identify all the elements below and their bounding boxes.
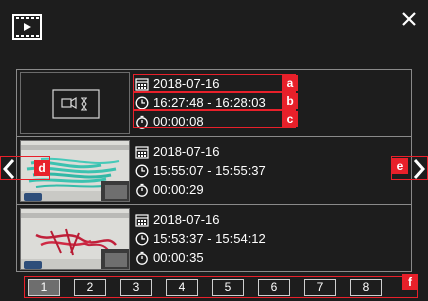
video-playback-dialog: 2018-07-16 16:27:48 - 16:28:03 00:00:08 <box>0 0 428 301</box>
recording-date: 2018-07-16 <box>153 144 220 159</box>
callout-f-label: f <box>402 274 418 290</box>
callout-b-label: b <box>282 93 298 109</box>
time-line: 15:53:37 - 15:54:12 <box>135 229 412 248</box>
callout-c-label: c <box>282 111 298 127</box>
calendar-icon <box>135 145 149 159</box>
calendar-icon <box>135 213 149 227</box>
film-icon <box>12 14 42 40</box>
recording-thumbnail[interactable] <box>20 72 130 134</box>
no-preview-placeholder <box>52 89 100 119</box>
callout-c-box <box>133 110 296 128</box>
callout-a-label: a <box>282 75 298 91</box>
video-frame <box>21 209 129 269</box>
recording-time-range: 15:53:37 - 15:54:12 <box>153 231 266 246</box>
callout-a-box <box>133 74 296 92</box>
row-divider <box>16 204 412 205</box>
recording-date: 2018-07-16 <box>153 212 220 227</box>
recording-info: 2018-07-16 15:53:37 - 15:54:12 00:00:35 <box>135 210 412 267</box>
callout-d-label: d <box>34 160 50 176</box>
recording-time-range: 15:55:07 - 15:55:37 <box>153 163 266 178</box>
close-icon <box>402 12 416 26</box>
callout-f-box <box>24 276 418 298</box>
recording-row[interactable]: 2018-07-16 15:53:37 - 15:54:12 00:00:35 <box>20 208 412 270</box>
recording-info: 2018-07-16 15:55:07 - 15:55:37 00:00:29 <box>135 142 412 199</box>
row-divider <box>16 136 412 137</box>
clock-icon <box>135 164 149 177</box>
clock-icon <box>135 232 149 245</box>
duration-line: 00:00:35 <box>135 248 412 267</box>
date-line: 2018-07-16 <box>135 142 412 161</box>
stopwatch-icon <box>136 183 148 197</box>
time-line: 15:55:07 - 15:55:37 <box>135 161 412 180</box>
callout-b-box <box>133 92 296 110</box>
stopwatch-icon <box>136 251 148 265</box>
recording-thumbnail[interactable] <box>20 208 130 270</box>
duration-line: 00:00:29 <box>135 180 412 199</box>
date-line: 2018-07-16 <box>135 210 412 229</box>
recording-duration: 00:00:29 <box>153 182 204 197</box>
recording-row[interactable]: 2018-07-16 15:55:07 - 15:55:37 00:00:29 <box>20 140 412 202</box>
callout-e-label: e <box>392 158 408 174</box>
close-button[interactable] <box>398 8 420 30</box>
recording-duration: 00:00:35 <box>153 250 204 265</box>
